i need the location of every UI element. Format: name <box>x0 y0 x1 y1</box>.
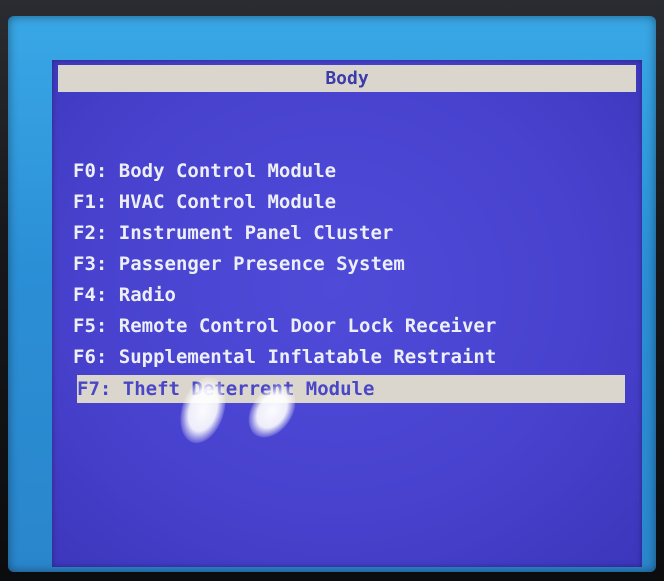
menu-item-instrument-panel-cluster[interactable]: F2: Instrument Panel Cluster <box>71 218 641 249</box>
menu-item-key: F0: <box>73 160 108 182</box>
menu-item-radio[interactable]: F4: Radio <box>71 280 641 311</box>
menu-item-key: F6: <box>73 346 108 368</box>
menu-item-label: Passenger Presence System <box>118 253 405 275</box>
menu-item-key: F1: <box>73 191 108 213</box>
menu-item-key: F4: <box>73 284 108 306</box>
menu-item-remote-control-door-lock-receiver[interactable]: F5: Remote Control Door Lock Receiver <box>71 311 641 342</box>
menu-item-label: Remote Control Door Lock Receiver <box>118 315 497 337</box>
display-screen: Body F0: Body Control Module F1: HVAC Co… <box>52 60 642 567</box>
menu-item-supplemental-inflatable-restraint[interactable]: F6: Supplemental Inflatable Restraint <box>71 342 641 373</box>
menu-item-label: Radio <box>118 284 176 306</box>
menu-item-label: Instrument Panel Cluster <box>118 222 394 244</box>
menu-item-label: Body Control Module <box>118 160 337 182</box>
menu-item-theft-deterrent-module[interactable]: F7: Theft Deterrent Module <box>77 375 625 403</box>
menu-item-label: HVAC Control Module <box>118 191 337 213</box>
menu-item-hvac-control-module[interactable]: F1: HVAC Control Module <box>71 187 641 218</box>
menu-item-key: F7: <box>77 378 112 400</box>
page-title: Body <box>58 65 636 92</box>
menu-item-key: F5: <box>73 315 108 337</box>
menu-item-key: F3: <box>73 253 108 275</box>
device-frame: Body F0: Body Control Module F1: HVAC Co… <box>0 0 664 581</box>
screen-bezel: Body F0: Body Control Module F1: HVAC Co… <box>8 16 656 572</box>
module-menu: F0: Body Control Module F1: HVAC Control… <box>71 156 641 403</box>
menu-item-label: Supplemental Inflatable Restraint <box>118 346 497 368</box>
menu-item-label: Theft Deterrent Module <box>122 378 375 400</box>
menu-item-body-control-module[interactable]: F0: Body Control Module <box>71 156 641 187</box>
menu-item-passenger-presence-system[interactable]: F3: Passenger Presence System <box>71 249 641 280</box>
menu-item-key: F2: <box>73 222 108 244</box>
